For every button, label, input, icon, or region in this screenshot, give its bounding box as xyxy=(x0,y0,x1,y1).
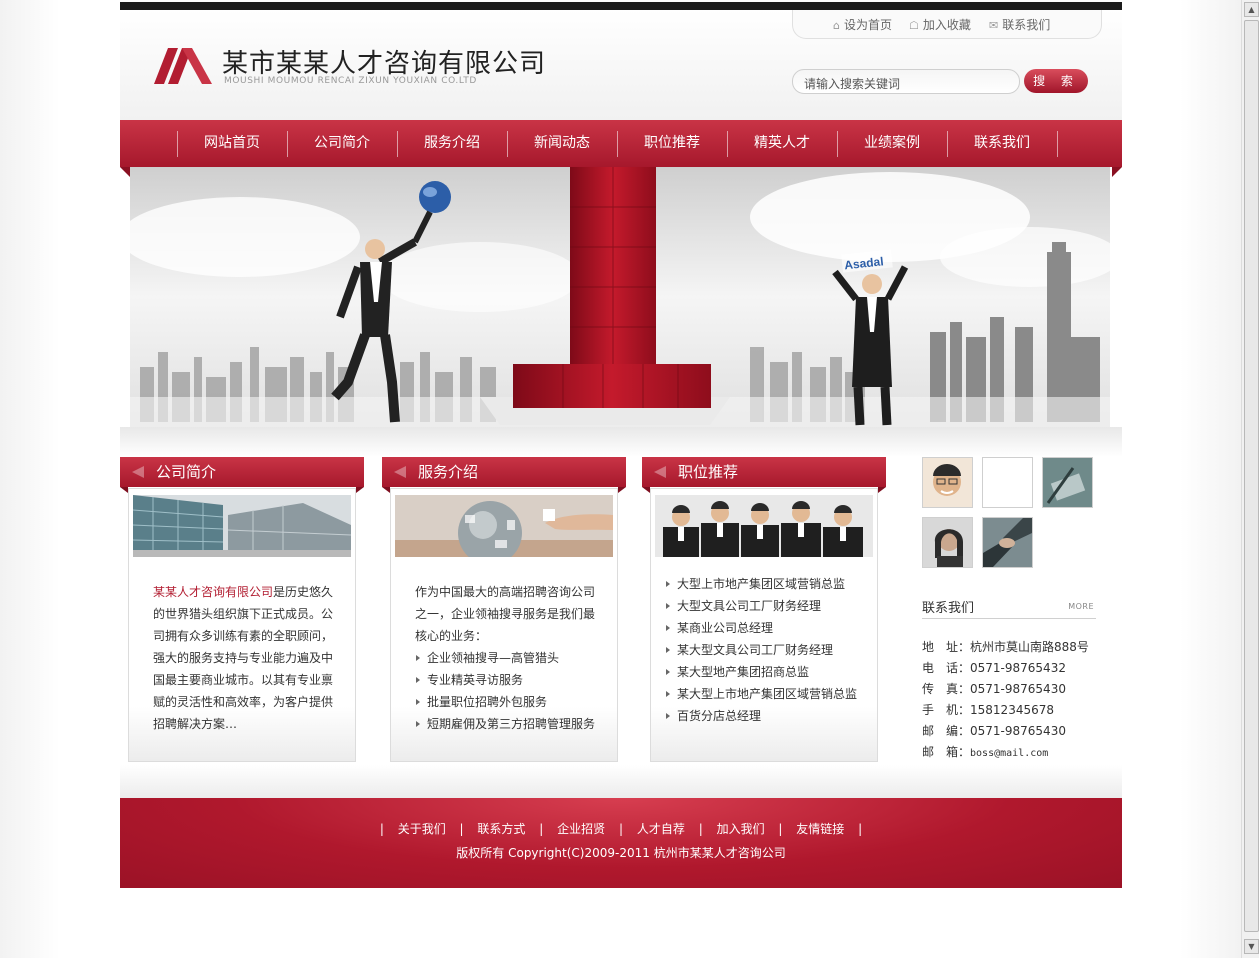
talent-photo[interactable] xyxy=(922,457,973,508)
services-box: 作为中国最大的高端招聘咨询公司之一，企业领袖搜寻服务是我们最核心的业务： 企业领… xyxy=(390,488,618,762)
list-item[interactable]: 专业精英寻访服务 xyxy=(415,669,597,691)
nav-item-contact[interactable]: 联系我们 xyxy=(947,120,1057,167)
banner-illustration: Asadal xyxy=(130,167,1110,427)
header-fold xyxy=(356,487,364,493)
footer-link-friends[interactable]: 友情链接 xyxy=(796,822,844,836)
company-name-en: MOUSHI MOUMOU RENCAI ZIXUN YOUXIAN CO.LT… xyxy=(224,76,477,86)
services-section: 服务介绍 作为中国最大的高端招聘咨询公司之一，企业领袖搜寻服务是我们最核心的业务… xyxy=(382,457,626,762)
contact-phone: 电 话：0571-98765432 xyxy=(922,661,1066,675)
set-homepage-link[interactable]: ⌂ 设为首页 xyxy=(833,16,892,33)
scroll-down-arrow-icon[interactable]: ▼ xyxy=(1244,939,1259,954)
talent-thumbnails xyxy=(922,457,1102,569)
list-item[interactable]: 大型文具公司工厂财务经理 xyxy=(665,595,847,617)
header: 某市某某人才咨询有限公司 MOUSHI MOUMOU RENCAI ZIXUN … xyxy=(120,10,1122,120)
content-top-strip xyxy=(120,427,1122,457)
arrow-left-icon xyxy=(654,466,666,478)
list-item[interactable]: 企业领袖搜寻—高管猎头 xyxy=(415,647,597,669)
header-fold xyxy=(618,487,626,493)
favorite-icon: ☖ xyxy=(909,19,919,32)
arrow-left-icon xyxy=(394,466,406,478)
search-button[interactable]: 搜 索 xyxy=(1024,69,1088,93)
contact-email: 邮 箱：boss@mail.com xyxy=(922,745,1049,759)
jobs-section: 职位推荐 大型上市地产集团区域营销总监 大型文具公司工厂财务经理 某商业公司总经… xyxy=(642,457,886,762)
header-fold xyxy=(878,487,886,493)
footer-copyright: 版权所有 Copyright(C)2009-2011 杭州市某某人才咨询公司 xyxy=(456,846,786,860)
top-links: ⌂ 设为首页 ☖ 加入收藏 ✉ 联系我们 xyxy=(792,10,1102,39)
list-item[interactable]: 某大型文具公司工厂财务经理 xyxy=(665,639,847,661)
nav-item-cases[interactable]: 业绩案例 xyxy=(837,120,947,167)
about-text: 某某人才咨询有限公司是历史悠久的世界猎头组织旗下正式成员。公司拥有众多训练有素的… xyxy=(153,585,334,731)
site-container: 某市某某人才咨询有限公司 MOUSHI MOUMOU RENCAI ZIXUN … xyxy=(120,0,1122,890)
nav-separator xyxy=(1057,131,1058,157)
jobs-box: 大型上市地产集团区域营销总监 大型文具公司工厂财务经理 某商业公司总经理 某大型… xyxy=(650,488,878,762)
header-fold xyxy=(642,487,650,493)
list-item[interactable]: 某商业公司总经理 xyxy=(665,617,847,639)
contact-fax: 传 真：0571-98765430 xyxy=(922,682,1066,696)
hero-banner: Asadal xyxy=(130,167,1110,427)
contact-title: 联系我们 xyxy=(922,601,975,616)
contact-mobile: 手 机：15812345678 xyxy=(922,703,1054,717)
vertical-scrollbar[interactable]: ▲ ▼ xyxy=(1241,0,1259,958)
jobs-section-header: 职位推荐 xyxy=(642,457,886,493)
contact-address: 地 址：杭州市莫山南路888号 xyxy=(922,640,1089,654)
search-input[interactable]: 请输入搜索关键词 xyxy=(792,69,1020,94)
nav-item-talent[interactable]: 精英人才 xyxy=(727,120,837,167)
contact-header: 联系我们 MORE xyxy=(922,596,1096,619)
about-box: 某某人才咨询有限公司是历史悠久的世界猎头组织旗下正式成员。公司拥有众多训练有素的… xyxy=(128,488,356,762)
about-section: 公司简介 某某人才咨询有限公司是历史悠久的世界猎头组织旗下正式成员。公司拥有众多… xyxy=(120,457,364,762)
nav-item-jobs[interactable]: 职位推荐 xyxy=(617,120,727,167)
footer-link-join[interactable]: 加入我们 xyxy=(717,822,765,836)
jobs-text: 大型上市地产集团区域营销总监 大型文具公司工厂财务经理 某商业公司总经理 某大型… xyxy=(665,573,857,727)
list-item[interactable]: 短期雇佣及第三方招聘管理服务 xyxy=(415,713,597,735)
banner-fold-right xyxy=(1112,167,1122,177)
list-item[interactable]: 百货分店总经理 xyxy=(665,705,847,727)
talent-photo[interactable] xyxy=(982,517,1033,568)
business-team-image xyxy=(655,495,873,557)
services-text: 作为中国最大的高端招聘咨询公司之一，企业领袖搜寻服务是我们最核心的业务： 企业领… xyxy=(415,581,597,735)
footer-link-contact[interactable]: 联系方式 xyxy=(477,822,525,836)
talent-photo[interactable] xyxy=(1042,457,1093,508)
services-section-header: 服务介绍 xyxy=(382,457,626,493)
scroll-up-arrow-icon[interactable]: ▲ xyxy=(1244,2,1259,17)
list-item[interactable]: 某大型上市地产集团区域营销总监 xyxy=(665,683,857,705)
footer-link-self-recommend[interactable]: 人才自荐 xyxy=(637,822,685,836)
nav-item-news[interactable]: 新闻动态 xyxy=(507,120,617,167)
footer-link-recruit[interactable]: 企业招贤 xyxy=(557,822,605,836)
company-name-cn: 某市某某人才咨询有限公司 xyxy=(222,49,547,79)
content-bottom-strip xyxy=(120,765,1122,798)
home-icon: ⌂ xyxy=(833,19,840,32)
add-favorite-link[interactable]: ☖ 加入收藏 xyxy=(909,16,971,33)
talent-photo-empty[interactable] xyxy=(982,457,1033,508)
nav-item-services[interactable]: 服务介绍 xyxy=(397,120,507,167)
office-building-image xyxy=(133,495,351,557)
footer: | 关于我们 | 联系方式 | 企业招贤 | 人才自荐 | 加入我们 | 友情链… xyxy=(120,798,1122,888)
footer-links: | 关于我们 | 联系方式 | 企业招贤 | 人才自荐 | 加入我们 | 友情链… xyxy=(379,822,863,836)
nav-item-about[interactable]: 公司简介 xyxy=(287,120,397,167)
list-item[interactable]: 某大型地产集团招商总监 xyxy=(665,661,847,683)
services-list: 企业领袖搜寻—高管猎头 专业精英寻访服务 批量职位招聘外包服务 短期雇佣及第三方… xyxy=(415,647,597,735)
header-fold xyxy=(120,487,128,493)
main-nav: 网站首页 公司简介 服务介绍 新闻动态 职位推荐 精英人才 业绩案例 联系我们 xyxy=(120,120,1122,167)
arrow-left-icon xyxy=(132,466,144,478)
jobs-list: 大型上市地产集团区域营销总监 大型文具公司工厂财务经理 某商业公司总经理 某大型… xyxy=(665,573,857,727)
list-item[interactable]: 批量职位招聘外包服务 xyxy=(415,691,597,713)
more-link[interactable]: MORE xyxy=(1068,602,1094,611)
page: 某市某某人才咨询有限公司 MOUSHI MOUMOU RENCAI ZIXUN … xyxy=(0,0,1241,958)
top-dark-bar xyxy=(120,2,1122,10)
about-section-header: 公司简介 xyxy=(120,457,364,493)
nav-item-home[interactable]: 网站首页 xyxy=(177,120,287,167)
list-item[interactable]: 大型上市地产集团区域营销总监 xyxy=(665,573,847,595)
contact-us-link[interactable]: ✉ 联系我们 xyxy=(989,16,1050,33)
header-fold xyxy=(382,487,390,493)
puzzle-globe-image xyxy=(395,495,613,557)
footer-link-about[interactable]: 关于我们 xyxy=(398,822,446,836)
scrollbar-thumb[interactable] xyxy=(1244,20,1259,932)
banner-fold-left xyxy=(120,167,130,177)
logo-icon xyxy=(154,48,212,84)
talent-photo[interactable] xyxy=(922,517,973,568)
company-link[interactable]: 某某人才咨询有限公司 xyxy=(153,585,273,599)
contact-icon: ✉ xyxy=(989,19,999,32)
contact-zipcode: 邮 编：0571-98765430 xyxy=(922,724,1066,738)
